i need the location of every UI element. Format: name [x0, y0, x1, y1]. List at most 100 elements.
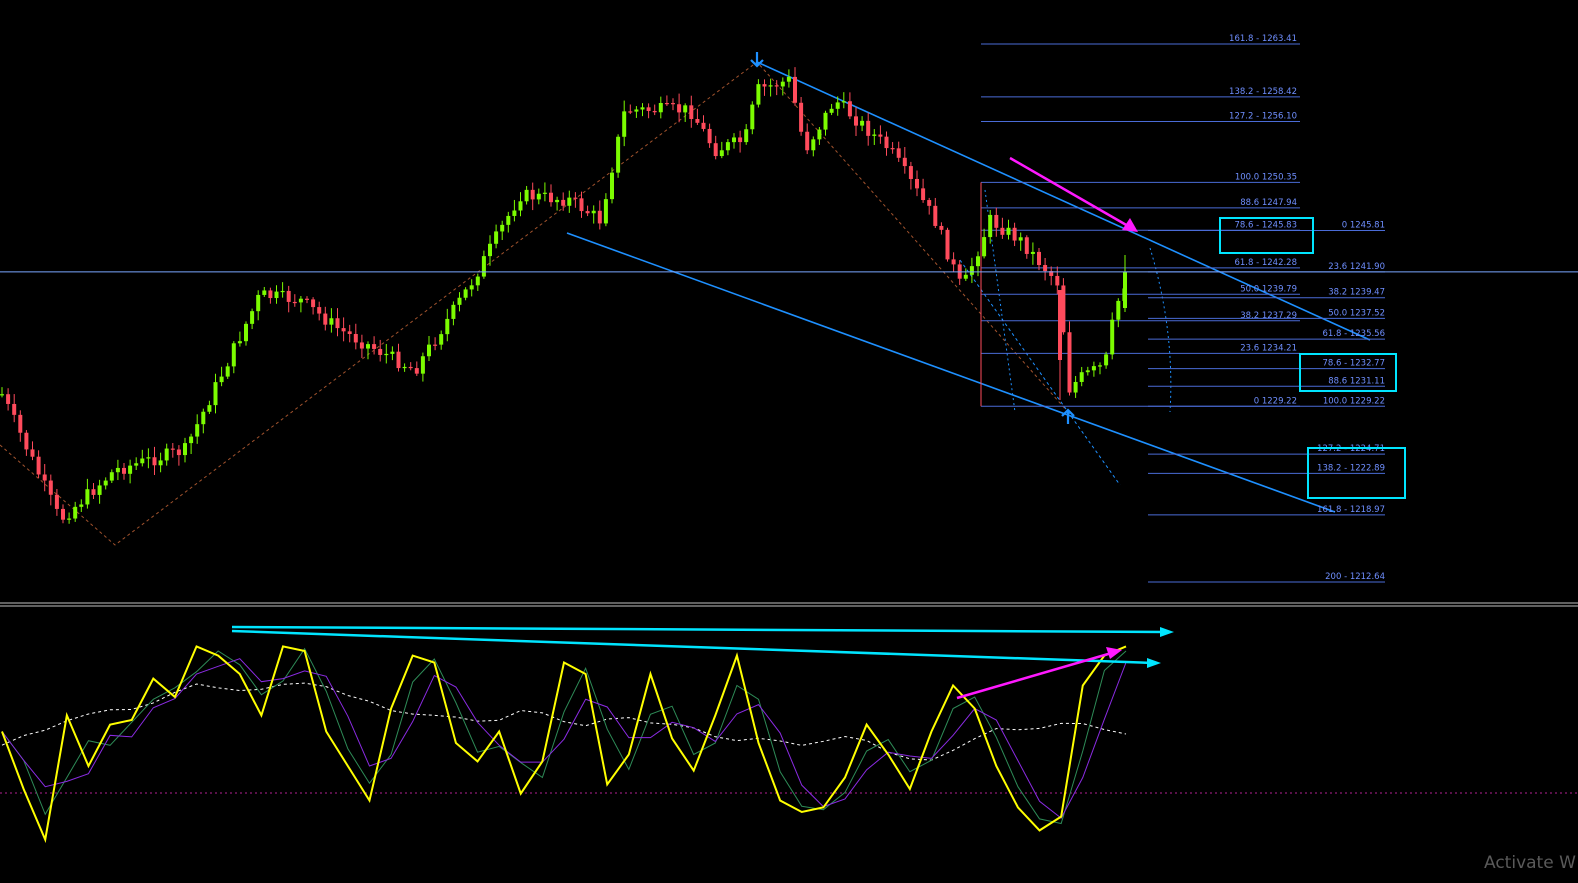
- candle-body: [353, 333, 358, 343]
- candle-body: [841, 101, 846, 103]
- candle-body: [335, 318, 340, 329]
- candle-body: [768, 85, 773, 87]
- candle-body: [317, 307, 322, 314]
- candle-body: [969, 266, 974, 275]
- candle-body: [719, 150, 724, 157]
- candle-body: [67, 518, 72, 520]
- candle-body: [835, 102, 840, 109]
- candle-body: [805, 131, 810, 151]
- candle-body: [524, 189, 529, 202]
- stoch-dashed-ma: [1, 682, 1127, 761]
- divergence-line-upper: [231, 625, 1169, 634]
- candle-body: [1104, 354, 1109, 366]
- candle-body: [97, 485, 102, 495]
- candle-body: [982, 237, 987, 257]
- candle-body: [481, 256, 486, 277]
- candle-body: [311, 299, 316, 308]
- candle-body: [24, 432, 29, 450]
- candle-body: [1058, 290, 1062, 360]
- candle-body: [73, 506, 78, 519]
- candle-body: [18, 414, 23, 433]
- candle-body: [36, 456, 41, 475]
- candle-body: [1055, 275, 1060, 286]
- candle-body: [780, 81, 785, 87]
- price-pane: 161.8 - 1263.41 138.2 - 1258.42 127.2 - 12…: [0, 34, 1578, 583]
- candle-body: [597, 210, 602, 224]
- candle-body: [927, 200, 932, 206]
- candle-body: [1030, 251, 1035, 254]
- activate-watermark: Activate W: [1484, 853, 1576, 873]
- candle-body: [774, 85, 779, 87]
- fib-set2-label: 23.6 1241.90: [1328, 262, 1385, 272]
- candle-body: [140, 458, 145, 464]
- fib-set1-label: 100.0 1250.35: [1235, 172, 1297, 182]
- candle-body: [823, 112, 828, 130]
- candle-body: [109, 472, 114, 481]
- candle-body: [164, 448, 169, 461]
- fib-set1-label: 138.2 - 1258.42: [1229, 87, 1297, 97]
- candle-body: [1116, 300, 1121, 320]
- candle-body: [1073, 381, 1078, 393]
- candle-body: [1012, 227, 1017, 241]
- fib-set1-label: 0 1229.22: [1254, 396, 1297, 406]
- candle-body: [347, 331, 352, 334]
- candle-body: [256, 294, 261, 312]
- candle-body: [878, 134, 883, 137]
- stoch-main-line: [1, 645, 1127, 844]
- candle-body: [951, 259, 956, 265]
- fib-set2-label: 100.0 1229.22: [1323, 396, 1385, 406]
- candle-body: [591, 210, 596, 214]
- candle-body: [475, 276, 480, 286]
- stochastic-pane: [0, 625, 1578, 844]
- fib-set2-label: 200 - 1212.64: [1325, 572, 1385, 582]
- candle-body: [616, 136, 621, 173]
- stoch-signal-line: [1, 647, 1127, 825]
- fib-set1-label: 61.8 - 1242.28: [1234, 258, 1297, 268]
- candle-body: [646, 107, 651, 111]
- candle-body: [890, 148, 895, 150]
- candle-body: [530, 189, 535, 200]
- candle-body: [921, 188, 926, 201]
- candle-body: [915, 178, 919, 189]
- candle-body: [561, 199, 566, 206]
- candle-body: [854, 116, 858, 126]
- candle-body: [0, 394, 4, 396]
- candle-body: [48, 480, 53, 495]
- candle-body: [756, 84, 761, 105]
- fib-set2-label: 127.2 - 1224.71: [1317, 444, 1385, 454]
- candle-body: [1000, 227, 1005, 235]
- candle-body: [884, 136, 889, 149]
- candle-body: [439, 334, 444, 345]
- candle-body: [658, 103, 663, 113]
- candle-body: [195, 424, 200, 437]
- arrowhead-icon: [1147, 658, 1161, 668]
- candle-body: [244, 323, 248, 342]
- candle-body: [1006, 227, 1011, 235]
- candle-body: [829, 108, 834, 113]
- candle-body: [286, 290, 291, 302]
- candle-body: [1024, 237, 1029, 254]
- fib-set1-label: 38.2 1237.29: [1240, 311, 1297, 321]
- candle-body: [463, 289, 468, 298]
- candle-body: [555, 199, 560, 203]
- trading-chart[interactable]: 161.8 - 1263.41 138.2 - 1258.42 127.2 - 12…: [0, 0, 1578, 883]
- candle-body: [225, 366, 230, 377]
- candle-body: [1123, 272, 1127, 308]
- candle-body: [963, 274, 968, 279]
- candle-body: [115, 467, 120, 473]
- candle-body: [122, 467, 126, 474]
- candle-body: [1110, 319, 1115, 355]
- candle-body: [207, 405, 212, 412]
- candle-body: [250, 311, 255, 324]
- candle-body: [323, 313, 328, 325]
- candle-body: [329, 318, 334, 325]
- candle-body: [750, 104, 755, 130]
- candle-body: [799, 102, 804, 132]
- candle-body: [549, 192, 553, 203]
- candle-body: [701, 122, 706, 129]
- fib-set2-label: 50.0 1237.52: [1328, 308, 1385, 318]
- candle-body: [42, 474, 47, 481]
- candle-body: [793, 76, 797, 103]
- candle-body: [414, 368, 419, 374]
- candle-body: [762, 84, 767, 87]
